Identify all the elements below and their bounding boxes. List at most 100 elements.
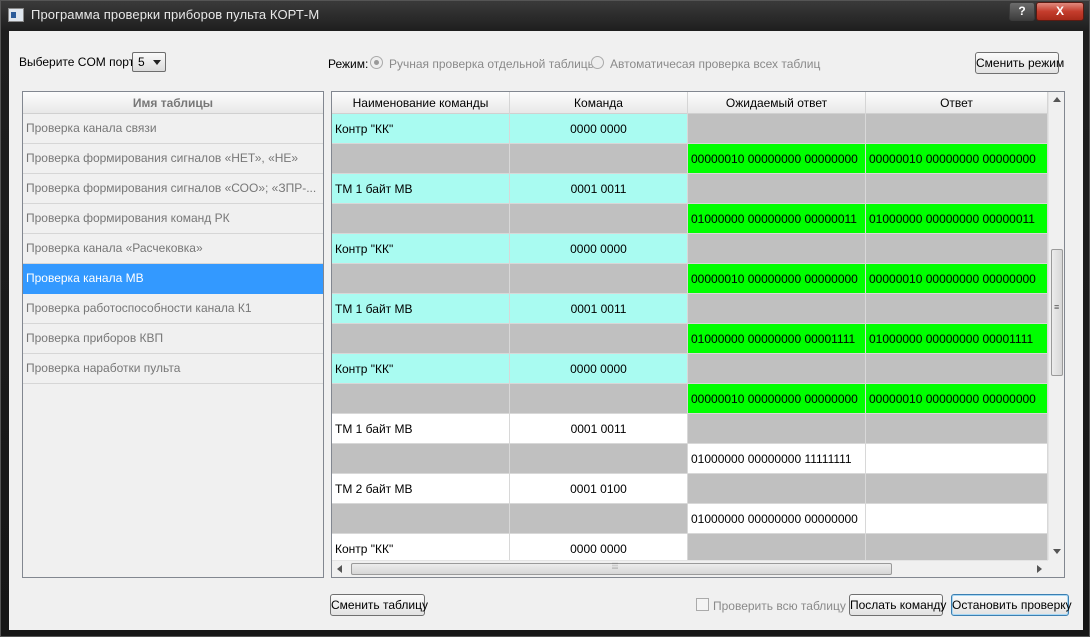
- table-list-item[interactable]: Проверка формирования сигналов «СОО»; «З…: [23, 174, 323, 204]
- column-header-command[interactable]: Команда: [510, 92, 688, 114]
- scroll-up-icon[interactable]: [1053, 97, 1061, 102]
- scroll-left-icon[interactable]: [337, 565, 342, 573]
- horizontal-scrollbar[interactable]: [332, 560, 1048, 577]
- cell-command[interactable]: [510, 384, 688, 414]
- radio-auto-mode[interactable]: [591, 56, 604, 69]
- cell-answer[interactable]: [866, 234, 1048, 264]
- cell-expected-answer[interactable]: [688, 534, 866, 560]
- table-row[interactable]: ТМ 1 байт МВ 0001 0011: [332, 414, 1048, 444]
- table-row[interactable]: Контр "КК" 0000 0000: [332, 114, 1048, 144]
- cell-expected-answer[interactable]: [688, 414, 866, 444]
- cell-command[interactable]: [510, 264, 688, 294]
- cell-answer[interactable]: [866, 114, 1048, 144]
- cell-answer[interactable]: 00000010 00000000 00000000: [866, 264, 1048, 294]
- cell-expected-answer[interactable]: 01000000 00000000 00000000: [688, 504, 866, 534]
- cell-command-name[interactable]: [332, 324, 510, 354]
- cell-expected-answer[interactable]: 01000000 00000000 11111111: [688, 444, 866, 474]
- cell-command[interactable]: [510, 504, 688, 534]
- change-mode-button[interactable]: Сменить режим: [975, 52, 1064, 74]
- cell-expected-answer[interactable]: [688, 114, 866, 144]
- cell-answer[interactable]: [866, 174, 1048, 204]
- cell-command[interactable]: 0000 0000: [510, 234, 688, 264]
- radio-auto-label[interactable]: Автоматичесая проверка всех таблиц: [610, 57, 820, 71]
- stop-check-button[interactable]: Остановить проверку: [951, 594, 1072, 616]
- table-row[interactable]: ТМ 1 байт МВ 0001 0011: [332, 174, 1048, 204]
- help-button[interactable]: ?: [1009, 2, 1035, 21]
- table-list-item[interactable]: Проверка канала «Расчековка»: [23, 234, 323, 264]
- cell-answer[interactable]: [866, 354, 1048, 384]
- table-list-item[interactable]: Проверка канала МВ: [23, 264, 323, 294]
- cell-answer[interactable]: 01000000 00000000 00000011: [866, 204, 1048, 234]
- scroll-right-icon[interactable]: [1037, 565, 1042, 573]
- vertical-scrollbar[interactable]: [1048, 92, 1064, 560]
- cell-expected-answer[interactable]: 00000010 00000000 00000000: [688, 264, 866, 294]
- table-row[interactable]: Контр "КК" 0000 0000: [332, 354, 1048, 384]
- cell-expected-answer[interactable]: 01000000 00000000 00000011: [688, 204, 866, 234]
- cell-command-name[interactable]: [332, 504, 510, 534]
- cell-command-name[interactable]: [332, 264, 510, 294]
- cell-answer[interactable]: [866, 444, 1048, 474]
- cell-command[interactable]: [510, 324, 688, 354]
- cell-expected-answer[interactable]: [688, 294, 866, 324]
- cell-command-name[interactable]: ТМ 1 байт МВ: [332, 294, 510, 324]
- table-list-item[interactable]: Проверка наработки пульта: [23, 354, 323, 384]
- column-header-expected-answer[interactable]: Ожидаемый ответ: [688, 92, 866, 114]
- table-list-item[interactable]: Проверка работоспособности канала К1: [23, 294, 323, 324]
- com-port-select[interactable]: 5: [132, 52, 166, 72]
- table-list-item[interactable]: Проверка формирования сигналов «НЕТ», «Н…: [23, 144, 323, 174]
- cell-command-name[interactable]: [332, 384, 510, 414]
- cell-expected-answer[interactable]: [688, 174, 866, 204]
- horizontal-scroll-thumb[interactable]: [351, 561, 892, 575]
- radio-manual-label[interactable]: Ручная проверка отдельной таблицы: [389, 57, 596, 71]
- cell-command[interactable]: 0001 0100: [510, 474, 688, 504]
- table-row[interactable]: Контр "КК" 0000 0000: [332, 234, 1048, 264]
- cell-expected-answer[interactable]: 01000000 00000000 00001111: [688, 324, 866, 354]
- radio-manual-mode[interactable]: [370, 56, 383, 69]
- table-row[interactable]: 00000010 00000000 00000000 00000010 00000…: [332, 144, 1048, 174]
- column-header-answer[interactable]: Ответ: [866, 92, 1048, 114]
- cell-command[interactable]: [510, 444, 688, 474]
- cell-command-name[interactable]: [332, 144, 510, 174]
- table-list-item[interactable]: Проверка приборов КВП: [23, 324, 323, 354]
- cell-command-name[interactable]: Контр "КК": [332, 114, 510, 144]
- send-command-button[interactable]: Послать команду: [849, 594, 946, 616]
- cell-expected-answer[interactable]: 00000010 00000000 00000000: [688, 384, 866, 414]
- table-row[interactable]: ТМ 1 байт МВ 0001 0011: [332, 294, 1048, 324]
- table-row[interactable]: 01000000 00000000 00000011 01000000 00000…: [332, 204, 1048, 234]
- cell-answer[interactable]: 00000010 00000000 00000000: [866, 144, 1048, 174]
- cell-command[interactable]: [510, 204, 688, 234]
- cell-expected-answer[interactable]: [688, 354, 866, 384]
- cell-command-name[interactable]: [332, 204, 510, 234]
- cell-command[interactable]: 0001 0011: [510, 294, 688, 324]
- cell-expected-answer[interactable]: [688, 234, 866, 264]
- table-row[interactable]: ТМ 2 байт МВ 0001 0100: [332, 474, 1048, 504]
- cell-command-name[interactable]: Контр "КК": [332, 234, 510, 264]
- cell-answer[interactable]: [866, 504, 1048, 534]
- check-all-label[interactable]: Проверить всю таблицу: [713, 599, 846, 613]
- cell-command-name[interactable]: ТМ 2 байт МВ: [332, 474, 510, 504]
- cell-answer[interactable]: [866, 294, 1048, 324]
- table-list-header[interactable]: Имя таблицы: [23, 92, 323, 114]
- title-bar[interactable]: Программа проверки приборов пульта КОРТ-…: [1, 1, 1090, 29]
- cell-expected-answer[interactable]: 00000010 00000000 00000000: [688, 144, 866, 174]
- check-all-checkbox[interactable]: [696, 598, 709, 611]
- table-row[interactable]: 00000010 00000000 00000000 00000010 00000…: [332, 384, 1048, 414]
- close-button[interactable]: X: [1036, 2, 1084, 21]
- vertical-scroll-thumb[interactable]: [1051, 249, 1063, 376]
- table-row[interactable]: 01000000 00000000 11111111: [332, 444, 1048, 474]
- change-table-button[interactable]: Сменить таблицу: [330, 594, 428, 616]
- cell-command-name[interactable]: Контр "КК": [332, 534, 510, 560]
- table-list-item[interactable]: Проверка канала связи: [23, 114, 323, 144]
- cell-answer[interactable]: 00000010 00000000 00000000: [866, 384, 1048, 414]
- cell-command-name[interactable]: [332, 444, 510, 474]
- table-list-item[interactable]: Проверка формирования команд РК: [23, 204, 323, 234]
- cell-command[interactable]: [510, 144, 688, 174]
- cell-answer[interactable]: [866, 414, 1048, 444]
- cell-command[interactable]: 0001 0011: [510, 414, 688, 444]
- cell-command-name[interactable]: ТМ 1 байт МВ: [332, 414, 510, 444]
- table-row[interactable]: 01000000 00000000 00000000: [332, 504, 1048, 534]
- cell-answer[interactable]: [866, 474, 1048, 504]
- cell-answer[interactable]: 01000000 00000000 00001111: [866, 324, 1048, 354]
- table-row[interactable]: 01000000 00000000 00001111 01000000 00000…: [332, 324, 1048, 354]
- column-header-command-name[interactable]: Наименование команды: [332, 92, 510, 114]
